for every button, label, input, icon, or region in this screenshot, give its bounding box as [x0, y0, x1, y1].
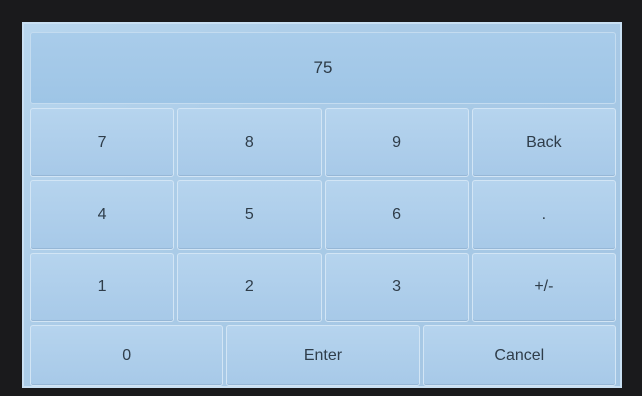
key-2[interactable]: 2 [177, 252, 322, 322]
key-7[interactable]: 7 [30, 108, 175, 178]
cancel-button[interactable]: Cancel [422, 325, 616, 386]
key-0[interactable]: 0 [30, 325, 224, 386]
key-5[interactable]: 5 [177, 180, 322, 250]
key-9[interactable]: 9 [324, 108, 469, 178]
key-4[interactable]: 4 [30, 180, 175, 250]
key-1[interactable]: 1 [30, 252, 175, 322]
display-value: 75 [313, 58, 333, 77]
back-button[interactable]: Back [471, 108, 616, 178]
key-8[interactable]: 8 [177, 108, 322, 178]
enter-button[interactable]: Enter [226, 325, 420, 386]
numeric-keypad: 7 8 9 Back 4 5 6 . 1 2 3 +/- [30, 108, 616, 322]
device-bezel: 75 7 8 9 Back 4 5 6 . 1 2 3 +/- 0 Enter … [0, 0, 642, 405]
frame-margin [0, 396, 642, 405]
keypad-bottom-row: 0 Enter Cancel [30, 325, 616, 386]
key-3[interactable]: 3 [324, 252, 469, 322]
decimal-point-button[interactable]: . [471, 180, 616, 250]
sign-toggle-button[interactable]: +/- [471, 252, 616, 322]
value-display: 75 [30, 32, 616, 104]
key-6[interactable]: 6 [324, 180, 469, 250]
touch-screen: 75 7 8 9 Back 4 5 6 . 1 2 3 +/- 0 Enter … [22, 22, 622, 388]
